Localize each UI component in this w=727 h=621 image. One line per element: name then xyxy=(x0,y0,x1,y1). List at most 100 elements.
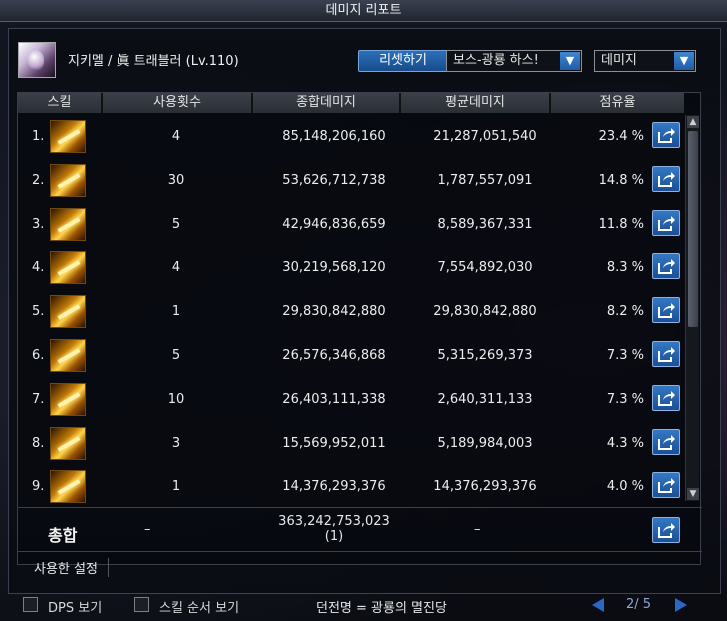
average-damage: 8,589,367,331 xyxy=(437,216,533,232)
column-header-share[interactable]: 점유율 xyxy=(551,93,684,113)
skill-icon xyxy=(50,382,86,416)
table-row: 1. 4 85,148,206,160 21,287,051,540 23.4 … xyxy=(18,115,684,159)
average-damage: 14,376,293,376 xyxy=(433,479,537,495)
skill-icon xyxy=(50,426,86,460)
skill-icon xyxy=(50,338,86,372)
character-name: 지키멜 / 眞 트래블러 (Lv.110) xyxy=(68,54,239,69)
skill-icon xyxy=(50,295,86,329)
total-damage: 29,830,842,880 xyxy=(282,304,386,320)
share-button[interactable] xyxy=(652,340,680,367)
use-count: 1 xyxy=(171,479,181,495)
share-icon xyxy=(658,128,675,143)
scroll-up-icon[interactable]: ▲ xyxy=(687,116,699,128)
average-damage: 5,315,269,373 xyxy=(437,347,533,363)
row-number: 5. xyxy=(32,304,45,320)
damage-share: 11.8 % xyxy=(598,216,644,232)
row-number: 8. xyxy=(32,435,45,451)
average-damage: 21,287,051,540 xyxy=(433,129,537,144)
use-count: 4 xyxy=(171,129,181,144)
total-count: – xyxy=(144,522,151,537)
damage-share: 4.3 % xyxy=(606,435,644,451)
column-header-average[interactable]: 평균데미지 xyxy=(401,93,551,113)
total-damage: 30,219,568,120 xyxy=(282,260,386,276)
metric-select[interactable]: 데미지 ▼ xyxy=(594,50,696,72)
total-damage: 85,148,206,160 xyxy=(282,129,386,144)
use-count: 5 xyxy=(171,347,181,363)
total-damage-value: 363,242,753,023 xyxy=(278,514,390,529)
character-avatar xyxy=(18,42,56,78)
metric-select-value: 데미지 xyxy=(601,53,637,68)
share-total-button[interactable] xyxy=(652,517,680,543)
average-damage: 5,189,984,003 xyxy=(437,435,533,451)
table-scrollbar[interactable]: ▲ ▼ xyxy=(685,115,699,501)
total-damage: 26,576,346,868 xyxy=(282,347,386,363)
share-icon xyxy=(658,259,675,275)
row-number: 9. xyxy=(32,479,45,495)
share-icon xyxy=(658,171,675,187)
dps-checkbox[interactable] xyxy=(23,597,38,612)
page-indicator: 2/ 5 xyxy=(626,597,652,612)
share-button[interactable] xyxy=(652,253,680,280)
share-button[interactable] xyxy=(652,472,680,499)
row-number: 2. xyxy=(32,172,45,188)
total-average: – xyxy=(474,522,481,537)
prev-page-icon[interactable] xyxy=(592,598,604,612)
use-count: 5 xyxy=(171,216,181,232)
average-damage: 2,640,311,133 xyxy=(437,391,533,407)
dungeon-select[interactable]: 보스-광룡 하스! ▼ xyxy=(446,50,582,72)
dps-label: DPS 보기 xyxy=(48,601,103,616)
table-header: 스킬 사용횟수 종합데미지 평균데미지 점유율 xyxy=(18,93,684,113)
scroll-thumb[interactable] xyxy=(688,131,698,327)
table-row: 8. 3 15,569,952,011 5,189,984,003 4.3 % xyxy=(18,422,684,466)
skill-order-label: 스킬 순서 보기 xyxy=(159,601,240,616)
next-page-icon[interactable] xyxy=(675,598,687,612)
column-header-skill[interactable]: 스킬 xyxy=(18,93,103,113)
table-row: 3. 5 42,946,836,659 8,589,367,331 11.8 % xyxy=(18,203,684,247)
use-count: 1 xyxy=(171,304,181,320)
skill-order-checkbox[interactable] xyxy=(134,597,149,612)
row-number: 4. xyxy=(32,260,45,276)
chevron-down-icon[interactable]: ▼ xyxy=(674,52,694,70)
dungeon-name: 던전명 = 광룡의 멸진당 xyxy=(316,601,447,616)
table-row: 9. 1 14,376,293,376 14,376,293,376 4.0 % xyxy=(18,465,684,509)
share-button[interactable] xyxy=(652,122,680,148)
share-button[interactable] xyxy=(652,428,680,455)
total-damage: 14,376,293,376 xyxy=(282,479,386,495)
skill-icon xyxy=(50,470,86,504)
scroll-down-icon[interactable]: ▼ xyxy=(687,488,699,500)
window-title: 데미지 리포트 xyxy=(0,0,727,22)
damage-share: 8.3 % xyxy=(606,260,644,276)
use-count: 4 xyxy=(171,260,181,276)
use-count: 30 xyxy=(167,172,185,188)
damage-share: 4.0 % xyxy=(606,479,644,495)
used-setting-tab[interactable]: 사용한 설정 xyxy=(18,551,702,579)
average-damage: 7,554,892,030 xyxy=(437,260,533,276)
chevron-down-icon[interactable]: ▼ xyxy=(560,52,580,70)
reset-button[interactable]: 리셋하기 xyxy=(358,50,448,72)
damage-share: 8.2 % xyxy=(606,304,644,320)
total-damage: 53,626,712,738 xyxy=(282,172,386,188)
table-row: 7. 10 26,403,111,338 2,640,311,133 7.3 % xyxy=(18,378,684,422)
share-icon xyxy=(658,303,675,319)
total-damage: 15,569,952,011 xyxy=(282,435,386,451)
table-row: 2. 30 53,626,712,738 1,787,557,091 14.8 … xyxy=(18,159,684,203)
total-damage: 26,403,111,338 xyxy=(282,391,386,407)
row-number: 1. xyxy=(32,129,45,144)
skill-icon xyxy=(50,163,86,197)
share-button[interactable] xyxy=(652,209,680,236)
skill-icon xyxy=(50,120,86,153)
share-button[interactable] xyxy=(652,384,680,411)
share-button[interactable] xyxy=(652,297,680,324)
row-number: 6. xyxy=(32,347,45,363)
report-header: 지키멜 / 眞 트래블러 (Lv.110) 리셋하기 보스-광룡 하스! ▼ 데… xyxy=(18,42,708,78)
row-number: 7. xyxy=(32,391,45,407)
table-body: 1. 4 85,148,206,160 21,287,051,540 23.4 … xyxy=(18,115,684,509)
share-button[interactable] xyxy=(652,165,680,192)
share-icon xyxy=(658,478,675,494)
skill-icon xyxy=(50,207,86,241)
average-damage: 29,830,842,880 xyxy=(433,304,537,320)
column-header-count[interactable]: 사용횟수 xyxy=(103,93,253,113)
column-header-total[interactable]: 종합데미지 xyxy=(253,93,401,113)
skill-damage-table: 스킬 사용횟수 종합데미지 평균데미지 점유율 1. 4 85,148,206,… xyxy=(17,92,702,577)
total-row: 총합 – 363,242,753,023 (1) – xyxy=(18,507,702,551)
